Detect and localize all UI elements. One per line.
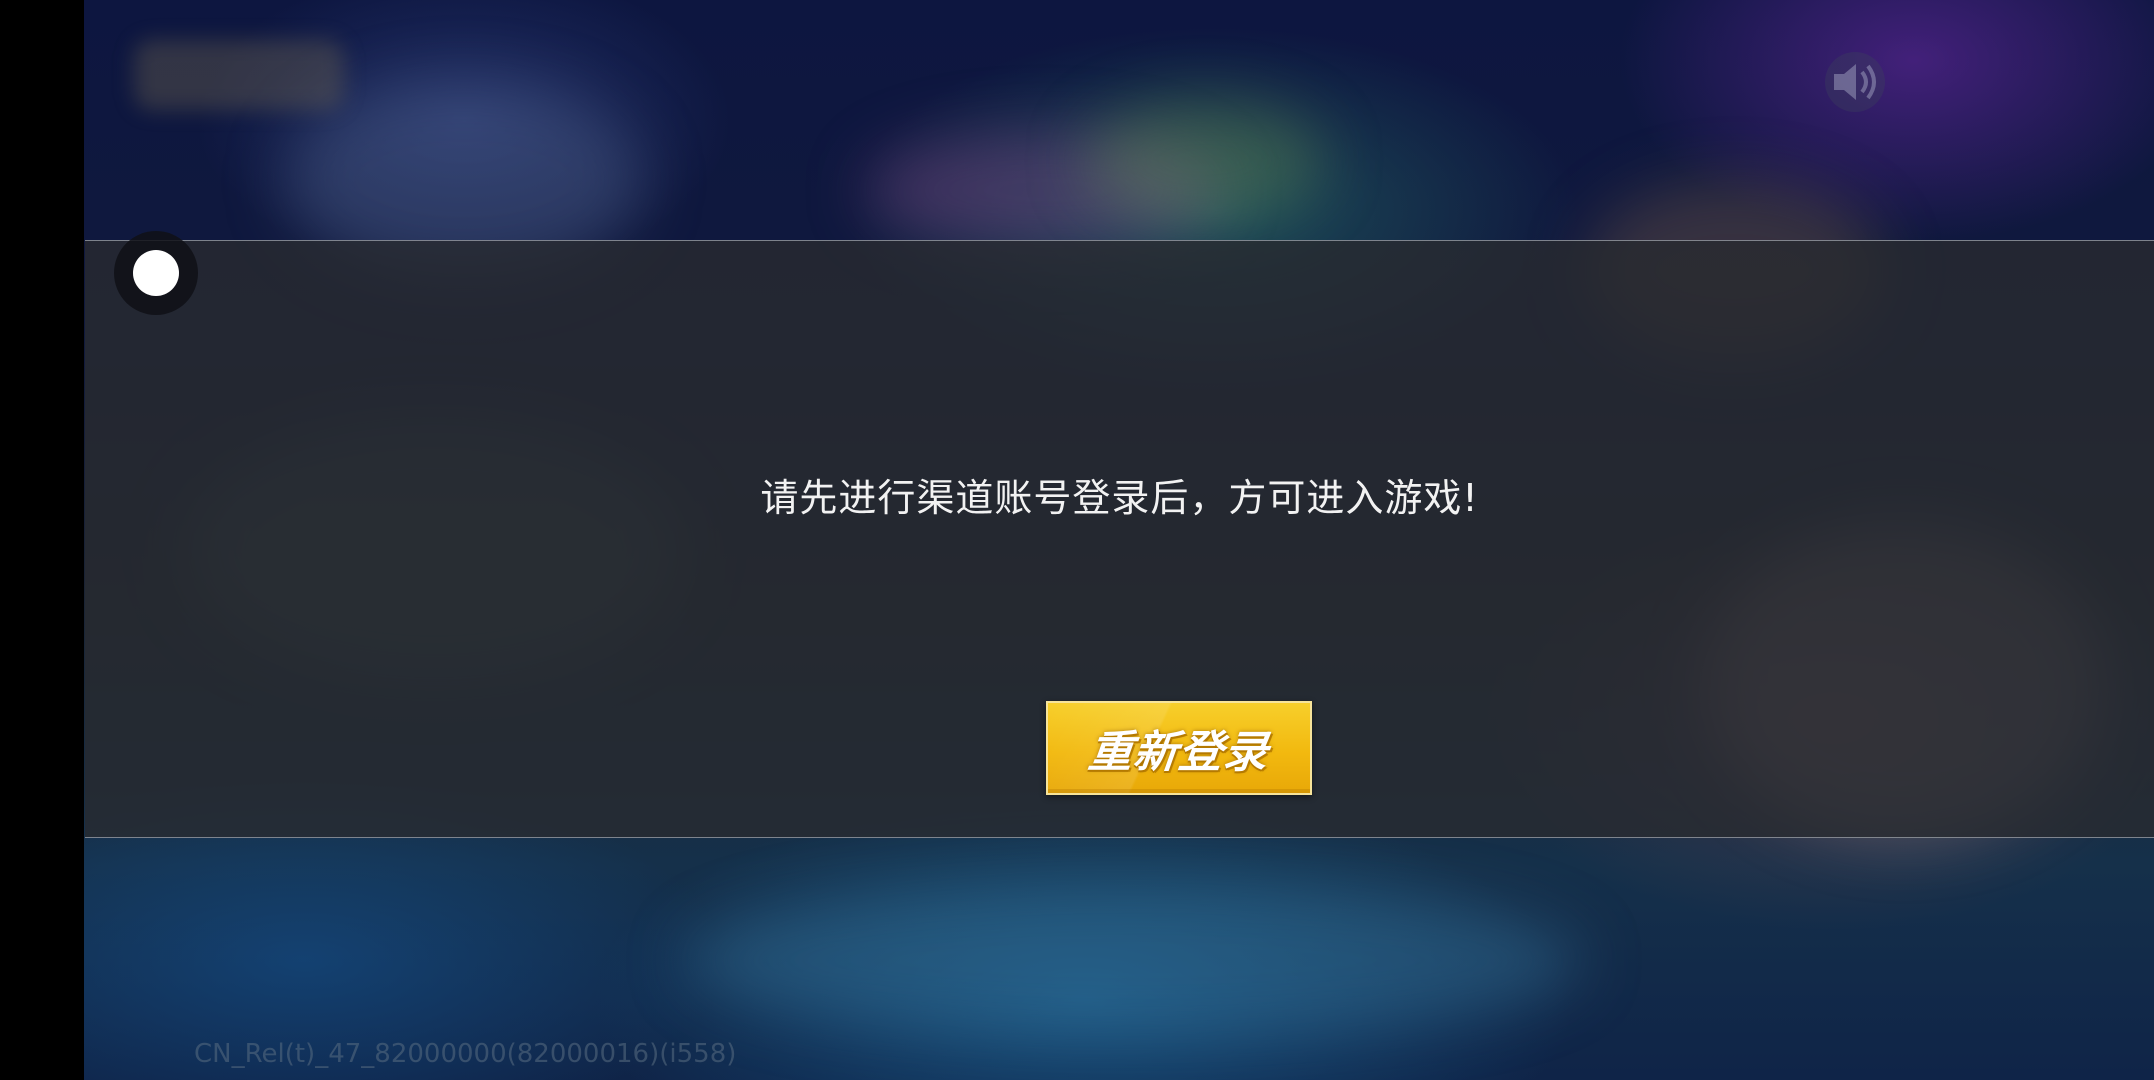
game-screen: 请先进行渠道账号登录后，方可进入游戏! 重新登录 CN_Rel(t)_47_82… [0,0,2154,1080]
floating-assistant-icon[interactable] [114,231,198,315]
relogin-button-label: 重新登录 [1085,727,1272,778]
relogin-button[interactable]: 重新登录 [1046,701,1312,795]
floating-dot [133,250,179,296]
bg-blob [684,880,1584,1040]
speaker-icon[interactable] [1820,52,1890,112]
left-black-bar [0,0,84,1080]
login-required-message: 请先进行渠道账号登录后，方可进入游戏! [760,476,1479,520]
version-label: CN_Rel(t)_47_82000000(82000016)(i558) [194,1039,737,1069]
bg-blob [1084,100,1324,220]
login-required-dialog: 请先进行渠道账号登录后，方可进入游戏! 重新登录 [85,240,2154,838]
game-logo [134,40,344,110]
